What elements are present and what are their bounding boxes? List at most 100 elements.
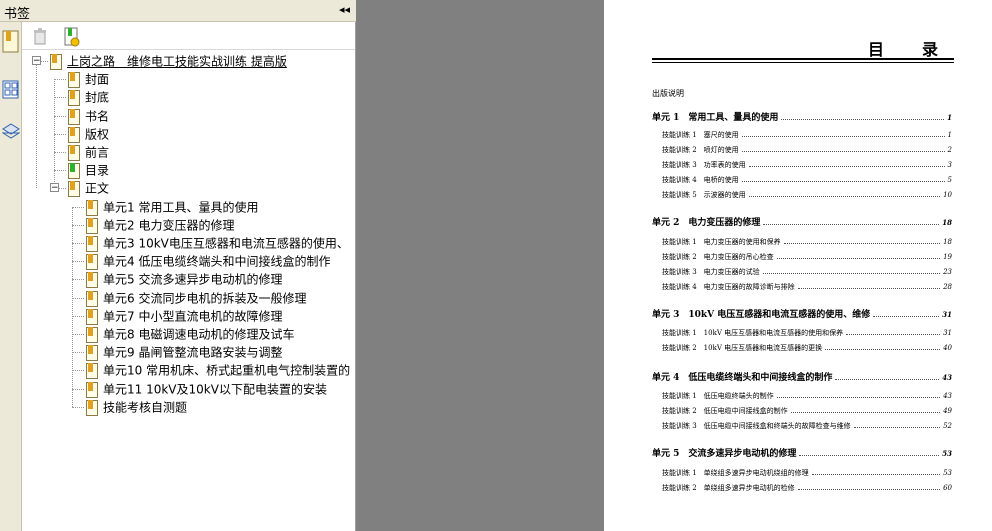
toc-page-number: 40 (943, 344, 952, 352)
bookmarks-panel: 书签 ◂◂ − 上岗之路 维修电工技能实战训练 提高版 封面 封底 书名 版权 前言 目录 − 正… (0, 0, 356, 531)
toc-leader-dots (776, 396, 941, 398)
bookmark-label: 正文 (85, 181, 110, 196)
toc-leader-dots (741, 135, 945, 137)
bookmark-item[interactable]: 正文 (68, 179, 110, 198)
toc-leader-dots (748, 165, 945, 167)
tree-connector-line (72, 297, 84, 299)
thumbnails-icon[interactable] (2, 80, 20, 99)
toc-page-number: 3 (947, 161, 952, 169)
toc-page-number: 23 (943, 268, 952, 276)
toc-entry-text: 技能训练 1 单绕组多速异步电动机绕组的修理 (662, 469, 809, 477)
bookmark-item[interactable]: 单元1 常用工具、量具的使用 (86, 198, 258, 216)
toc-sub-entry: 技能训练 2 喷灯的使用 2 (652, 145, 952, 159)
toc-sub-entry: 技能训练 5 示波器的使用 10 (652, 190, 952, 204)
bookmark-label: 单元4 低压电缆终端头和中间接线盒的制作 (103, 254, 331, 269)
toc-page-number: 10 (943, 191, 952, 199)
bookmark-item[interactable]: 封底 (68, 88, 110, 107)
toc-page-number: 18 (942, 218, 952, 227)
toc-title-rule (652, 58, 954, 60)
bookmark-label: 封面 (85, 72, 110, 87)
toc-title: 目录 (868, 40, 977, 59)
bookmark-item[interactable]: 单元10 常用机床、桥式起重机电气控制装置的 (86, 361, 351, 380)
toc-entry-text: 单元 5 交流多速异步电动机的修理 (652, 449, 797, 459)
bookmark-label: 单元10 常用机床、桥式起重机电气控制装置的 (103, 363, 351, 378)
bookmark-icon (86, 345, 98, 362)
bookmark-label: 封底 (85, 90, 110, 105)
toc-sub-entry: 技能训练 1 电力变压器的使用和保养 18 (652, 237, 952, 251)
toc-page-number: 53 (943, 469, 952, 477)
toc-sub-entry: 技能训练 1 10kV 电压互感器和电流互感器的使用和保养 31 (652, 328, 952, 342)
new-bookmark-icon[interactable] (64, 27, 82, 47)
toc-leader-dots (762, 272, 941, 274)
bookmark-item[interactable]: 封面 (68, 70, 110, 89)
bookmark-toolbar (22, 22, 355, 50)
bookmark-label: 单元2 电力变压器的修理 (103, 218, 235, 233)
layers-icon[interactable] (1, 122, 21, 140)
tree-connector-line (54, 133, 66, 135)
tree-connector-line (54, 115, 66, 117)
bookmark-tree: − 上岗之路 维修电工技能实战训练 提高版 封面 封底 书名 版权 前言 目录 − 正文 单元1 常… (22, 50, 355, 531)
collapse-panel-button[interactable]: ◂◂ (339, 3, 350, 16)
tree-connector-line (72, 370, 84, 372)
toc-leader-dots (825, 348, 941, 350)
panel-header: 书签 ◂◂ (0, 0, 356, 22)
bookmark-panel-icon[interactable] (2, 30, 20, 53)
bookmark-label: 单元5 交流多速异步电动机的修理 (103, 272, 283, 287)
bookmark-item[interactable]: 单元8 电磁调速电动机的修理及试车 (86, 325, 294, 343)
toc-entry-text: 技能训练 2 10kV 电压互感器和电流互感器的更换 (662, 344, 823, 352)
toc-sub-entry: 技能训练 1 单绕组多速异步电动机绕组的修理 53 (652, 468, 952, 482)
toc-leader-dots (790, 411, 941, 413)
bookmark-label: 前言 (85, 145, 110, 160)
toc-entry-text: 技能训练 4 电桥的使用 (662, 176, 739, 184)
toc-entry-text: 技能训练 2 喷灯的使用 (662, 146, 739, 154)
bookmark-icon (86, 272, 98, 289)
bookmark-item[interactable]: 上岗之路 维修电工技能实战训练 提高版 (50, 52, 287, 70)
bookmark-item[interactable]: 版权 (68, 125, 109, 143)
toc-leader-dots (835, 378, 940, 380)
bookmark-icon (86, 236, 98, 252)
delete-icon[interactable] (32, 27, 50, 45)
bookmark-item[interactable]: 技能考核自测题 (86, 398, 187, 416)
toc-unit-entry: 单元 1 常用工具、量具的使用 1 (652, 110, 952, 124)
bookmark-item[interactable]: 单元6 交流同步电机的拆装及一般修理 (86, 289, 306, 307)
tree-connector-line (72, 224, 84, 226)
bookmark-label: 版权 (85, 127, 110, 142)
tree-connector-line (72, 315, 84, 317)
toc-sub-entry: 技能训练 2 电力变压器的吊心检查 19 (652, 252, 952, 266)
toc-entry: 出版说明 (652, 88, 952, 102)
toc-page-number: 43 (942, 373, 952, 382)
toc-page-number: 28 (943, 283, 952, 291)
bookmark-icon (50, 54, 62, 70)
tree-toggle-button[interactable]: − (32, 56, 41, 66)
bookmark-item[interactable]: 单元9 晶闸管整流电路安装与调整 (86, 343, 282, 362)
tree-connector-line (36, 61, 37, 189)
bookmark-item[interactable]: 单元4 低压电缆终端头和中间接线盒的制作 (86, 252, 331, 271)
toc-page-number: 19 (943, 253, 952, 261)
tree-toggle-button[interactable]: − (50, 183, 59, 193)
bookmark-icon (68, 90, 80, 107)
toc-entry-text: 技能训练 2 低压电缆中间接线盒的制作 (662, 407, 788, 415)
bookmark-label: 上岗之路 维修电工技能实战训练 提高版 (67, 54, 287, 69)
bookmark-item[interactable]: 单元7 中小型直流电机的故障修理 (86, 307, 282, 325)
bookmark-item[interactable]: 书名 (68, 107, 109, 125)
toc-sub-entry: 技能训练 4 电力变压器的故障诊断与排除 28 (652, 282, 952, 296)
bookmark-item[interactable]: 目录 (68, 161, 109, 180)
bookmark-icon (86, 381, 98, 398)
toc-entry-text: 单元 4 低压电缆终端头和中间接线盒的制作 (652, 373, 833, 383)
bookmark-item[interactable]: 前言 (68, 143, 109, 161)
toc-leader-dots (873, 315, 940, 317)
bookmark-icon (68, 72, 80, 89)
toc-sub-entry: 技能训练 4 电桥的使用 5 (652, 175, 952, 189)
toc-page-number: 18 (943, 238, 952, 246)
bookmark-icon (86, 308, 98, 325)
toc-unit-entry: 单元 5 交流多速异步电动机的修理 53 (652, 446, 952, 460)
bookmark-item[interactable]: 单元11 10kV及10kV以下配电装置的安装 (86, 380, 327, 398)
bookmark-item[interactable]: 单元5 交流多速异步电动机的修理 (86, 270, 283, 289)
toc-entry-text: 技能训练 3 功率表的使用 (662, 161, 746, 169)
bookmark-item[interactable]: 单元3 10kV电压互感器和电流互感器的使用、 (86, 234, 349, 252)
bookmark-item[interactable]: 单元2 电力变压器的修理 (86, 216, 234, 234)
toc-entry-text: 技能训练 3 电力变压器的试验 (662, 268, 760, 276)
toc-sub-entry: 技能训练 2 低压电缆中间接线盒的制作 49 (652, 406, 952, 420)
bookmark-label: 单元7 中小型直流电机的故障修理 (103, 309, 283, 324)
tree-connector-line (72, 334, 84, 335)
